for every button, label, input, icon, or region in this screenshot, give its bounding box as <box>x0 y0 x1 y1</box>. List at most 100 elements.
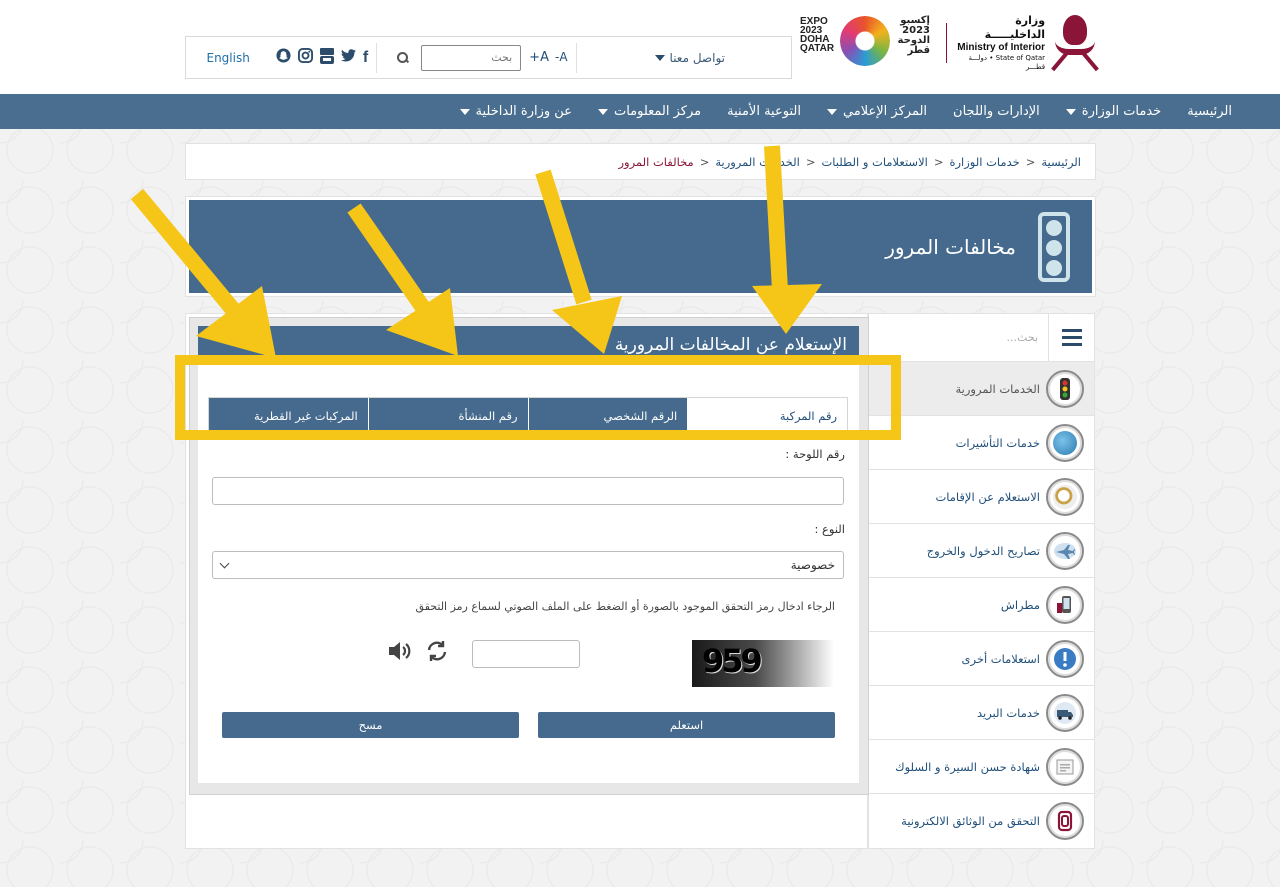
clear-button[interactable]: مسح <box>222 712 519 738</box>
sidebar-search-input[interactable]: بحث... <box>1007 331 1048 344</box>
logo-divider <box>946 23 947 63</box>
youtube-icon[interactable] <box>319 47 334 68</box>
nav-item-information-center[interactable]: مركز المعلومات <box>597 104 701 119</box>
divider <box>376 42 378 73</box>
breadcrumb-current: مخالفات المرور <box>618 154 694 169</box>
sidebar-item-label: خدمات البريد <box>976 705 1040 720</box>
main-navigation: الرئيسية خدمات الوزارة الإدارات واللجان … <box>0 94 1280 129</box>
sidebar-item-label: خدمات التأشيرات <box>955 435 1040 450</box>
chevron-down-icon <box>654 54 665 61</box>
tab-personal-number[interactable]: الرقم الشخصي <box>527 398 688 434</box>
search-type-tabs: رقم المركبة الرقم الشخصي رقم المنشأة الم… <box>208 397 848 435</box>
breadcrumb-home[interactable]: الرئيسية <box>1041 155 1081 169</box>
inquiry-form: الإستعلام عن المخالفات المرورية رقم المر… <box>198 326 859 783</box>
captcha-text: 959 <box>702 642 763 680</box>
captcha-image: 959 <box>692 640 834 687</box>
chevron-down-icon <box>219 558 230 568</box>
plate-number-input[interactable] <box>212 477 844 505</box>
language-switch-link[interactable]: English <box>206 51 249 65</box>
chevron-down-icon <box>1065 108 1076 115</box>
moi-logo-text: وزارة الداخليـــــة Ministry of Interior… <box>953 14 1045 72</box>
breadcrumb-services[interactable]: خدمات الوزارة <box>949 155 1019 169</box>
sidebar-item-metrash[interactable]: مطراش <box>869 578 1094 632</box>
contact-us-dropdown[interactable]: تواصل معنا <box>585 51 725 65</box>
moi-logo[interactable]: وزارة الداخليـــــة Ministry of Interior… <box>944 14 1099 72</box>
plate-number-label: رقم اللوحة : <box>785 447 845 461</box>
page-banner: مخالفات المرور <box>185 196 1096 297</box>
snapchat-icon[interactable] <box>276 48 291 67</box>
speaker-icon[interactable] <box>387 639 413 663</box>
expo-text-en: EXPO 2023 DOHA QATAR <box>800 16 835 54</box>
expo-2023-logo: EXPO 2023 DOHA QATAR إكسبو 2023 الدوحة قطر <box>800 14 930 70</box>
site-search-input[interactable] <box>421 44 522 71</box>
tab-vehicle-number[interactable]: رقم المركبة <box>687 398 847 434</box>
expo-flower-icon <box>840 16 890 66</box>
qatar-emblem-icon <box>1049 15 1099 72</box>
sidebar-item-mail-services[interactable]: خدمات البريد <box>869 686 1094 740</box>
breadcrumb-inquiries[interactable]: الاستعلامات و الطلبات <box>821 155 927 169</box>
font-smaller-button[interactable]: A- <box>555 50 568 64</box>
residency-search-icon <box>1046 477 1084 516</box>
sidebar-item-good-conduct-certificate[interactable]: شهادة حسن السيرة و السلوك <box>869 740 1094 794</box>
refresh-icon[interactable] <box>425 639 449 663</box>
breadcrumb: الرئيسية < خدمات الوزارة < الاستعلامات و… <box>185 143 1096 180</box>
moi-state: State of Qatar • دولـــة قطـــر <box>968 54 1046 71</box>
main-content: الإستعلام عن المخالفات المرورية رقم المر… <box>185 313 869 849</box>
font-size-controls: A- A+ <box>529 50 567 65</box>
type-label: النوع : <box>814 522 845 536</box>
moi-name-en: Ministry of Interior <box>957 41 1046 53</box>
services-sidebar: بحث... الخدمات المرورية خدمات التأشيرات … <box>868 313 1095 849</box>
sidebar-item-entry-exit-permits[interactable]: تصاريح الدخول والخروج <box>869 524 1094 578</box>
metrash-phone-icon <box>1046 585 1084 624</box>
sidebar-item-residency-inquiry[interactable]: الاستعلام عن الإقامات <box>869 470 1094 524</box>
divider <box>575 42 577 73</box>
contact-us-label: تواصل معنا <box>669 50 725 65</box>
breadcrumb-traffic[interactable]: الخدمات المرورية <box>715 155 799 169</box>
search-icon[interactable] <box>395 51 409 65</box>
traffic-light-icon <box>1046 369 1084 408</box>
plate-type-select[interactable]: خصوصية <box>212 551 844 579</box>
sidebar-item-label: استعلامات أخرى <box>961 651 1040 666</box>
facebook-icon[interactable]: f <box>363 49 368 67</box>
social-links: f <box>276 47 368 68</box>
sidebar-item-other-inquiries[interactable]: استعلامات أخرى <box>869 632 1094 686</box>
nav-item-media-center[interactable]: المركز الإعلامي <box>826 104 927 119</box>
info-icon <box>1046 639 1084 678</box>
plate-type-value: خصوصية <box>790 558 835 572</box>
sidebar-item-label: شهادة حسن السيرة و السلوك <box>895 759 1040 774</box>
page-title: مخالفات المرور <box>885 234 1016 259</box>
nav-item-departments[interactable]: الإدارات واللجان <box>953 104 1040 119</box>
inquiry-panel: الإستعلام عن المخالفات المرورية رقم المر… <box>189 317 869 795</box>
sidebar-item-visa-services[interactable]: خدمات التأشيرات <box>869 416 1094 470</box>
chevron-down-icon <box>459 108 470 115</box>
sidebar-item-label: تصاريح الدخول والخروج <box>926 543 1040 558</box>
expo-text-ar: إكسبو 2023 الدوحة قطر <box>897 15 930 56</box>
form-title: الإستعلام عن المخالفات المرورية <box>198 326 859 364</box>
submit-inquiry-button[interactable]: استعلم <box>538 712 835 738</box>
twitter-icon[interactable] <box>340 49 356 66</box>
sidebar-item-label: الخدمات المرورية <box>955 381 1040 396</box>
sidebar-item-label: الاستعلام عن الإقامات <box>935 489 1040 504</box>
airplane-icon <box>1046 531 1084 570</box>
moi-name-ar: وزارة الداخليـــــة <box>984 14 1046 41</box>
nav-item-security-awareness[interactable]: التوعية الأمنية <box>727 104 801 119</box>
certificate-icon <box>1046 747 1084 786</box>
sidebar-item-traffic-services[interactable]: الخدمات المرورية <box>869 362 1094 416</box>
tab-establishment-number[interactable]: رقم المنشأة <box>367 398 528 434</box>
nav-item-home[interactable]: الرئيسية <box>1187 104 1232 119</box>
chevron-down-icon <box>597 108 608 115</box>
sidebar-search: بحث... <box>869 313 1094 362</box>
document-verify-icon <box>1046 802 1084 840</box>
captcha-input[interactable] <box>472 640 580 668</box>
font-bigger-button[interactable]: A+ <box>529 50 549 65</box>
instagram-icon[interactable] <box>297 48 313 67</box>
captcha-hint: الرجاء ادخال رمز التحقق الموجود بالصورة … <box>415 600 835 613</box>
tab-non-qatari-vehicles[interactable]: المركبات غير القطرية <box>209 398 368 434</box>
sidebar-item-document-verification[interactable]: التحقق من الوثائق الالكترونية <box>869 794 1094 848</box>
menu-icon[interactable] <box>1048 313 1094 362</box>
nav-item-ministry-services[interactable]: خدمات الوزارة <box>1065 104 1161 119</box>
traffic-light-icon <box>1028 210 1080 284</box>
banner-inner: مخالفات المرور <box>189 200 1092 293</box>
sidebar-item-label: التحقق من الوثائق الالكترونية <box>901 814 1040 828</box>
nav-item-about[interactable]: عن وزارة الداخلية <box>459 104 572 119</box>
